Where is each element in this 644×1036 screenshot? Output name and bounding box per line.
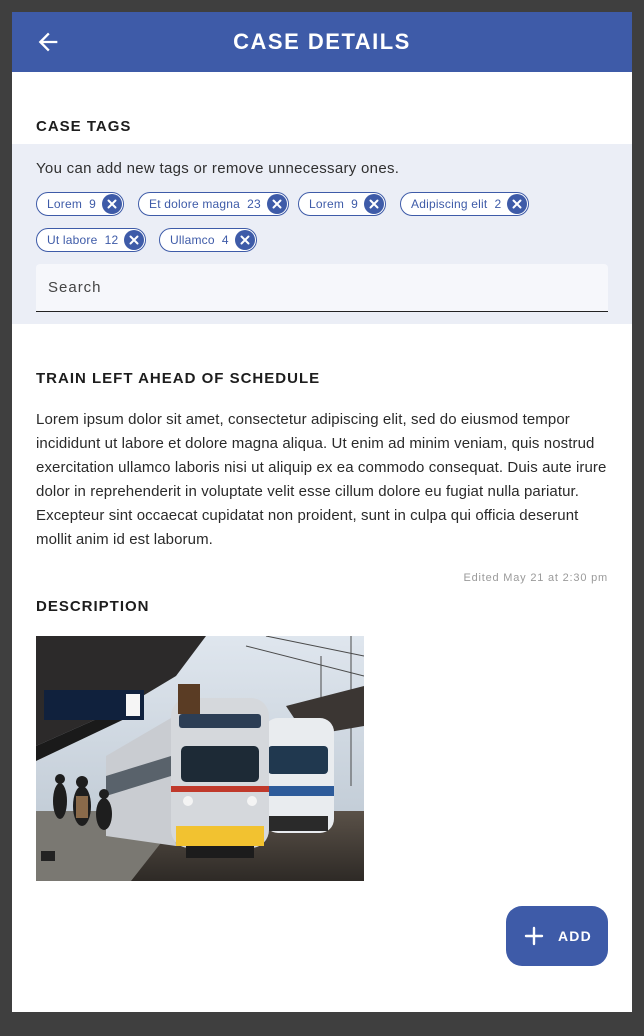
tag-chip: Lorem 9 xyxy=(36,192,124,216)
tag-label: Adipiscing elit 2 xyxy=(411,197,502,211)
tags-panel: You can add new tags or remove unnecessa… xyxy=(12,144,632,324)
remove-tag-button[interactable] xyxy=(266,194,287,214)
train-station-photo xyxy=(36,636,364,881)
add-button-label: ADD xyxy=(558,928,592,944)
tag-chip: Ullamco 4 xyxy=(159,228,257,252)
tags-hint: You can add new tags or remove unnecessa… xyxy=(36,160,400,177)
remove-tag-button[interactable] xyxy=(101,194,122,214)
page-title: CASE DETAILS xyxy=(233,29,411,54)
remove-tag-button[interactable] xyxy=(234,230,255,250)
edited-timestamp: Edited May 21 at 2:30 pm xyxy=(463,572,608,584)
add-button[interactable]: ADD xyxy=(506,906,608,966)
close-icon xyxy=(129,235,139,245)
tag-search-field xyxy=(36,264,608,312)
remove-tag-button[interactable] xyxy=(363,194,384,214)
close-icon xyxy=(369,199,379,209)
close-icon xyxy=(272,199,282,209)
app-screen: CASE DETAILS CASE TAGS You can add new t… xyxy=(12,12,632,1012)
tag-label: Ullamco 4 xyxy=(170,233,229,247)
app-bar: CASE DETAILS xyxy=(12,12,632,72)
tag-chip: Ut labore 12 xyxy=(36,228,147,252)
remove-tag-button[interactable] xyxy=(124,230,145,250)
close-icon xyxy=(240,235,250,245)
article-body: Lorem ipsum dolor sit amet, consectetur … xyxy=(36,411,607,548)
tag-chip: Lorem 9 xyxy=(298,192,386,216)
tag-chip: Et dolore magna 23 xyxy=(138,192,289,216)
tag-label: Et dolore magna 23 xyxy=(149,197,261,211)
close-icon xyxy=(107,199,117,209)
case-tags-heading: CASE TAGS xyxy=(36,118,132,135)
tag-chip: Adipiscing elit 2 xyxy=(400,192,530,216)
tag-label: Ut labore 12 xyxy=(47,233,119,247)
remove-tag-button[interactable] xyxy=(507,194,528,214)
tag-label: Lorem 9 xyxy=(309,197,358,211)
close-icon xyxy=(512,199,522,209)
article-title: TRAIN LEFT AHEAD OF SCHEDULE xyxy=(36,370,321,387)
description-heading: DESCRIPTION xyxy=(36,598,150,615)
plus-icon xyxy=(524,926,544,946)
search-input[interactable] xyxy=(36,264,608,311)
tag-label: Lorem 9 xyxy=(47,197,96,211)
